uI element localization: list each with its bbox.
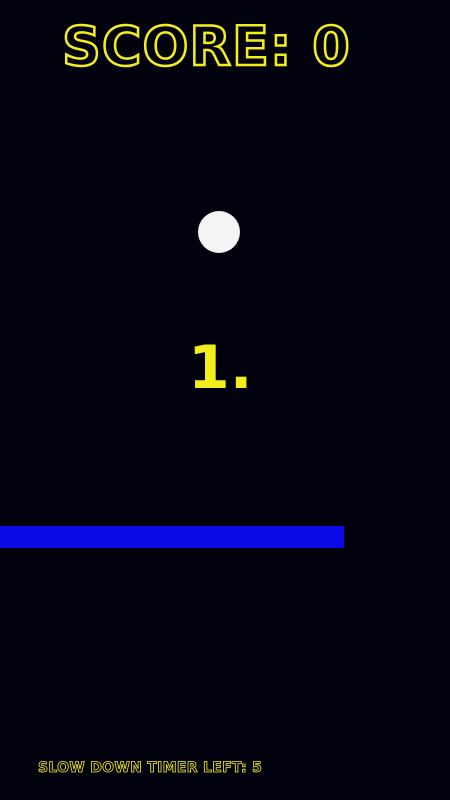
score-display: SCORE: 0 <box>61 14 351 80</box>
paddle[interactable] <box>0 526 344 548</box>
game-canvas[interactable]: SCORE: 0 1. SLOW DOWN TIMER LEFT: 5 <box>0 0 450 800</box>
countdown-display: 1. <box>188 333 253 403</box>
ball <box>198 211 240 253</box>
slow-down-timer-display: SLOW DOWN TIMER LEFT: 5 <box>38 760 263 777</box>
